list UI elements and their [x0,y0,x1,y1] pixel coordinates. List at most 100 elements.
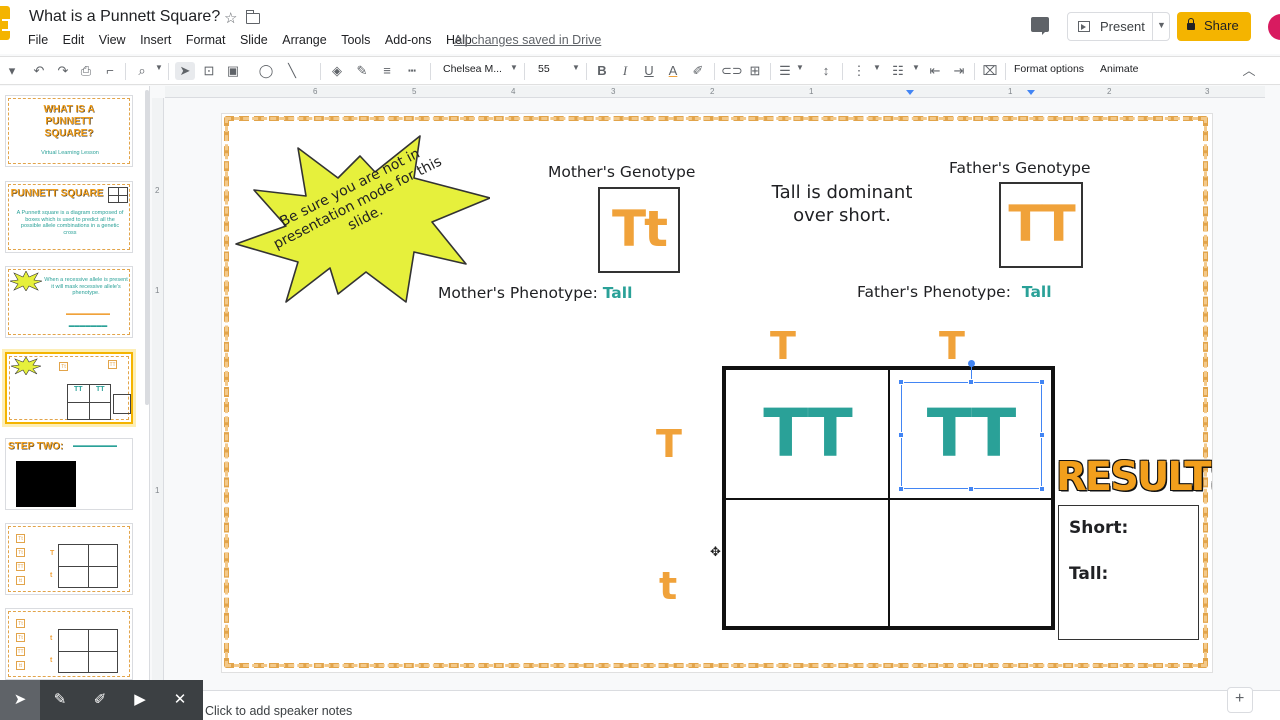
punnett-cell-4[interactable] [889,499,1052,627]
move-folder-icon[interactable] [246,10,260,24]
font-family-select[interactable]: Chelsea M... [443,63,502,75]
comment-history-icon[interactable] [1031,17,1049,35]
print-icon[interactable]: ⎙ [77,62,95,80]
ruler-tick: 3 [1205,87,1210,96]
results-box[interactable]: Short: Tall: [1058,505,1199,640]
image-icon[interactable]: ▣ [224,62,242,80]
share-button[interactable]: Share [1177,12,1251,41]
slides-logo-icon[interactable] [0,6,10,40]
filmstrip-scrollbar[interactable] [145,90,149,405]
speaker-notes-placeholder[interactable]: Click to add speaker notes [205,704,352,718]
link-icon[interactable]: ⊂⊃ [721,62,743,80]
avatar[interactable] [1268,14,1280,40]
font-size-dropdown-icon[interactable]: ▼ [572,63,580,72]
pointer-icon[interactable]: ➤ [0,680,40,720]
pen-icon[interactable]: ✎ [40,680,80,720]
father-allele-2[interactable]: T [939,324,965,368]
numbered-list-dropdown-icon[interactable]: ▼ [873,63,881,72]
close-icon[interactable]: ✕ [160,680,200,720]
mother-allele-2[interactable]: t [659,564,677,608]
menu-edit[interactable]: Edit [63,33,85,47]
line-spacing-icon[interactable]: ↕ [817,62,835,80]
slide-thumbnail-4[interactable]: Tt TT TT TT [5,352,133,424]
menu-view[interactable]: View [99,33,126,47]
resize-handle-se[interactable] [1039,486,1045,492]
animate-button[interactable]: Animate [1100,63,1139,75]
save-status-link[interactable]: All changes saved in Drive [454,33,601,47]
font-size-select[interactable]: 55 [538,63,550,75]
format-options-button[interactable]: Format options [1014,63,1084,75]
menu-format[interactable]: Format [186,33,226,47]
resize-handle-w[interactable] [898,432,904,438]
horizontal-ruler[interactable]: 6 5 4 3 2 1 1 2 3 [165,86,1265,98]
father-genotype-box[interactable]: TT [999,182,1083,268]
highlighter-icon[interactable]: ✐ [80,680,120,720]
border-dash-icon[interactable]: ┅ [403,62,421,80]
new-slide-dropdown-icon[interactable]: ▾ [2,62,22,80]
underline-icon[interactable]: U [641,62,657,80]
slide-thumbnail-6[interactable]: Tt Tt TT tt T t [5,523,133,595]
highlight-color-icon[interactable]: ✐ [690,62,706,80]
camera-icon[interactable]: ▶ [120,680,160,720]
increase-indent-icon[interactable]: ⇥ [950,62,968,80]
shape-icon[interactable]: ◯ [257,62,275,80]
star-icon[interactable]: ☆ [224,9,237,27]
slide-thumbnail-2[interactable]: PUNNETT SQUARE A Punnett square is a dia… [5,181,133,253]
italic-icon[interactable]: I [617,62,633,80]
align-icon[interactable]: ☰ [776,62,794,80]
zoom-icon[interactable]: ⌕ [133,62,151,80]
mother-genotype-box[interactable]: Tt [598,187,680,273]
document-title[interactable]: What is a Punnett Square? [29,8,220,26]
slide-thumbnail-5[interactable]: STEP TWO: ▬▬▬▬▬▬▬▬ [5,438,133,510]
mother-allele-1[interactable]: T [656,422,682,466]
menu-tools[interactable]: Tools [341,33,370,47]
slide-thumbnail-1[interactable]: WHAT IS A PUNNETT SQUARE? Virtual Learni… [5,95,133,167]
line-icon[interactable]: ╲ [283,62,301,80]
zoom-dropdown-icon[interactable]: ▼ [155,63,163,72]
font-family-dropdown-icon[interactable]: ▼ [510,63,518,72]
thumb-text-3: ▬▬▬▬▬▬▬ [68,323,108,329]
menu-arrange[interactable]: Arrange [282,33,326,47]
border-color-icon[interactable]: ✎ [353,62,371,80]
paint-format-icon[interactable]: ⌐ [101,62,119,80]
insert-comment-icon[interactable]: ⊞ [746,62,764,80]
fill-color-icon[interactable]: ◈ [328,62,346,80]
present-dropdown-icon[interactable]: ▼ [1157,20,1166,30]
slide[interactable]: Be sure you are not in presentation mode… [221,113,1213,673]
border-weight-icon[interactable]: ≡ [378,62,396,80]
resize-handle-nw[interactable] [898,379,904,385]
present-button[interactable]: Present ▼ [1067,12,1170,41]
select-tool-icon[interactable]: ➤ [175,62,195,80]
father-allele-1[interactable]: T [770,324,796,368]
resize-handle-ne[interactable] [1039,379,1045,385]
punnett-cell-1[interactable]: TT [725,369,889,499]
collapse-toolbar-icon[interactable]: ︿ [1240,62,1258,80]
bulleted-list-dropdown-icon[interactable]: ▼ [912,63,920,72]
clear-formatting-icon[interactable]: ⌧ [981,62,999,80]
decrease-indent-icon[interactable]: ⇤ [926,62,944,80]
text-color-icon[interactable]: A [665,62,681,80]
vertical-ruler[interactable]: 2 1 1 [152,98,164,688]
align-dropdown-icon[interactable]: ▼ [796,63,804,72]
speaker-notes[interactable]: Click to add speaker notes [150,687,1280,720]
resize-handle-e[interactable] [1039,432,1045,438]
selection-box[interactable] [901,382,1042,489]
resize-handle-sw[interactable] [898,486,904,492]
menu-insert[interactable]: Insert [140,33,171,47]
resize-handle-n[interactable] [968,379,974,385]
explore-button[interactable] [1227,687,1253,713]
bold-icon[interactable]: B [594,62,610,80]
menu-file[interactable]: File [28,33,48,47]
slide-thumbnail-7[interactable]: Tt Tt TT tt t t [5,608,133,680]
numbered-list-icon[interactable]: ⋮ [850,62,868,80]
undo-icon[interactable]: ↶ [30,62,48,80]
menu-slide[interactable]: Slide [240,33,268,47]
menu-addons[interactable]: Add-ons [385,33,432,47]
rotation-handle[interactable] [968,360,975,367]
punnett-cell-3[interactable] [725,499,889,627]
text-box-icon[interactable]: ⊡ [200,62,218,80]
redo-icon[interactable]: ↷ [54,62,72,80]
slide-thumbnail-3[interactable]: When a recessive allele is present it wi… [5,266,133,338]
bulleted-list-icon[interactable]: ☷ [889,62,907,80]
resize-handle-s[interactable] [968,486,974,492]
